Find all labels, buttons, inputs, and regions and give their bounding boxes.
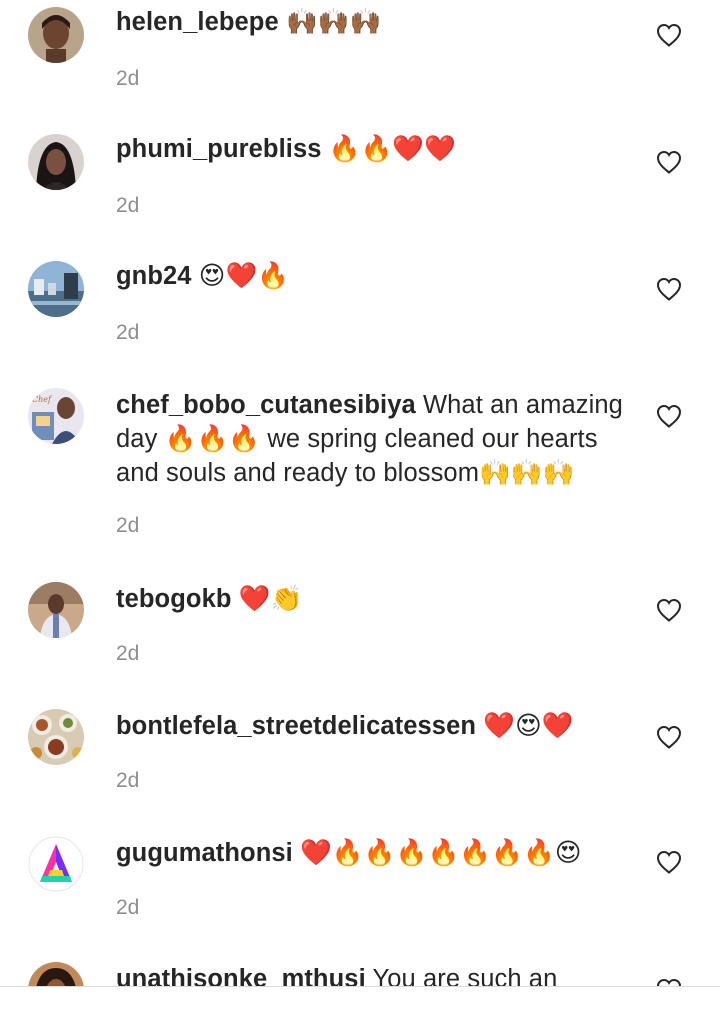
- comment-username[interactable]: chef_bobo_cutanesibiya: [116, 391, 416, 419]
- avatar[interactable]: [28, 134, 84, 190]
- avatar[interactable]: [28, 836, 84, 892]
- comment-text: 🔥🔥❤️❤️: [321, 135, 457, 163]
- comment-username[interactable]: gugumathonsi: [116, 839, 293, 867]
- comment-text: You are such an: [365, 965, 558, 986]
- svg-text:Chef: Chef: [32, 395, 53, 404]
- like-heart-icon[interactable]: [655, 977, 683, 986]
- avatar[interactable]: [28, 962, 84, 986]
- comment-username[interactable]: tebogokb: [116, 585, 232, 613]
- comment-text: ❤️👏: [231, 585, 303, 613]
- avatar[interactable]: [28, 7, 84, 63]
- comment-time: 2d: [116, 642, 140, 665]
- like-heart-icon[interactable]: [655, 597, 683, 623]
- comment-body: unathisonke_mthusi You are such an: [116, 962, 632, 986]
- like-heart-icon[interactable]: [655, 724, 683, 750]
- comments-list: helen_lebepe 🙌🏾🙌🏾🙌🏾 2d phumi_purebliss 🔥…: [0, 0, 720, 986]
- comment-body: gugumathonsi ❤️🔥🔥🔥🔥🔥🔥🔥😍: [116, 836, 632, 870]
- comment-body: chef_bobo_cutanesibiya What an amazing d…: [116, 388, 632, 490]
- avatar[interactable]: [28, 261, 84, 317]
- comment-time: 2d: [116, 769, 140, 792]
- avatar[interactable]: [28, 709, 84, 765]
- comment-username[interactable]: gnb24: [116, 262, 192, 290]
- avatar[interactable]: [28, 582, 84, 638]
- comment-username[interactable]: phumi_purebliss: [116, 135, 322, 163]
- comment-username[interactable]: unathisonke_mthusi: [116, 965, 366, 986]
- comment-time: 2d: [116, 67, 140, 90]
- like-heart-icon[interactable]: [655, 22, 683, 48]
- comment-time: 2d: [116, 321, 140, 344]
- comment-time: 2d: [116, 194, 140, 217]
- like-heart-icon[interactable]: [655, 149, 683, 175]
- like-heart-icon[interactable]: [655, 849, 683, 875]
- avatar[interactable]: Chef: [28, 388, 84, 444]
- comment-text: 🙌🏾🙌🏾🙌🏾: [278, 8, 382, 36]
- comment-body: phumi_purebliss 🔥🔥❤️❤️: [116, 132, 632, 166]
- like-heart-icon[interactable]: [655, 276, 683, 302]
- comment-body: helen_lebepe 🙌🏾🙌🏾🙌🏾: [116, 5, 632, 39]
- like-heart-icon[interactable]: [655, 403, 683, 429]
- bottom-divider: [0, 986, 720, 1012]
- comment-body: tebogokb ❤️👏: [116, 582, 632, 616]
- comment-text: 😍❤️🔥: [191, 262, 290, 290]
- comment-text: ❤️😍❤️: [476, 712, 574, 740]
- comment-username[interactable]: helen_lebepe: [116, 8, 279, 36]
- comment-time: 2d: [116, 514, 140, 537]
- comment-body: gnb24 😍❤️🔥: [116, 259, 632, 293]
- comment-time: 2d: [116, 896, 140, 919]
- comment-body: bontlefela_streetdelicatessen ❤️😍❤️: [116, 709, 632, 743]
- comment-username[interactable]: bontlefela_streetdelicatessen: [116, 712, 476, 740]
- comment-text: ❤️🔥🔥🔥🔥🔥🔥🔥😍: [292, 839, 582, 867]
